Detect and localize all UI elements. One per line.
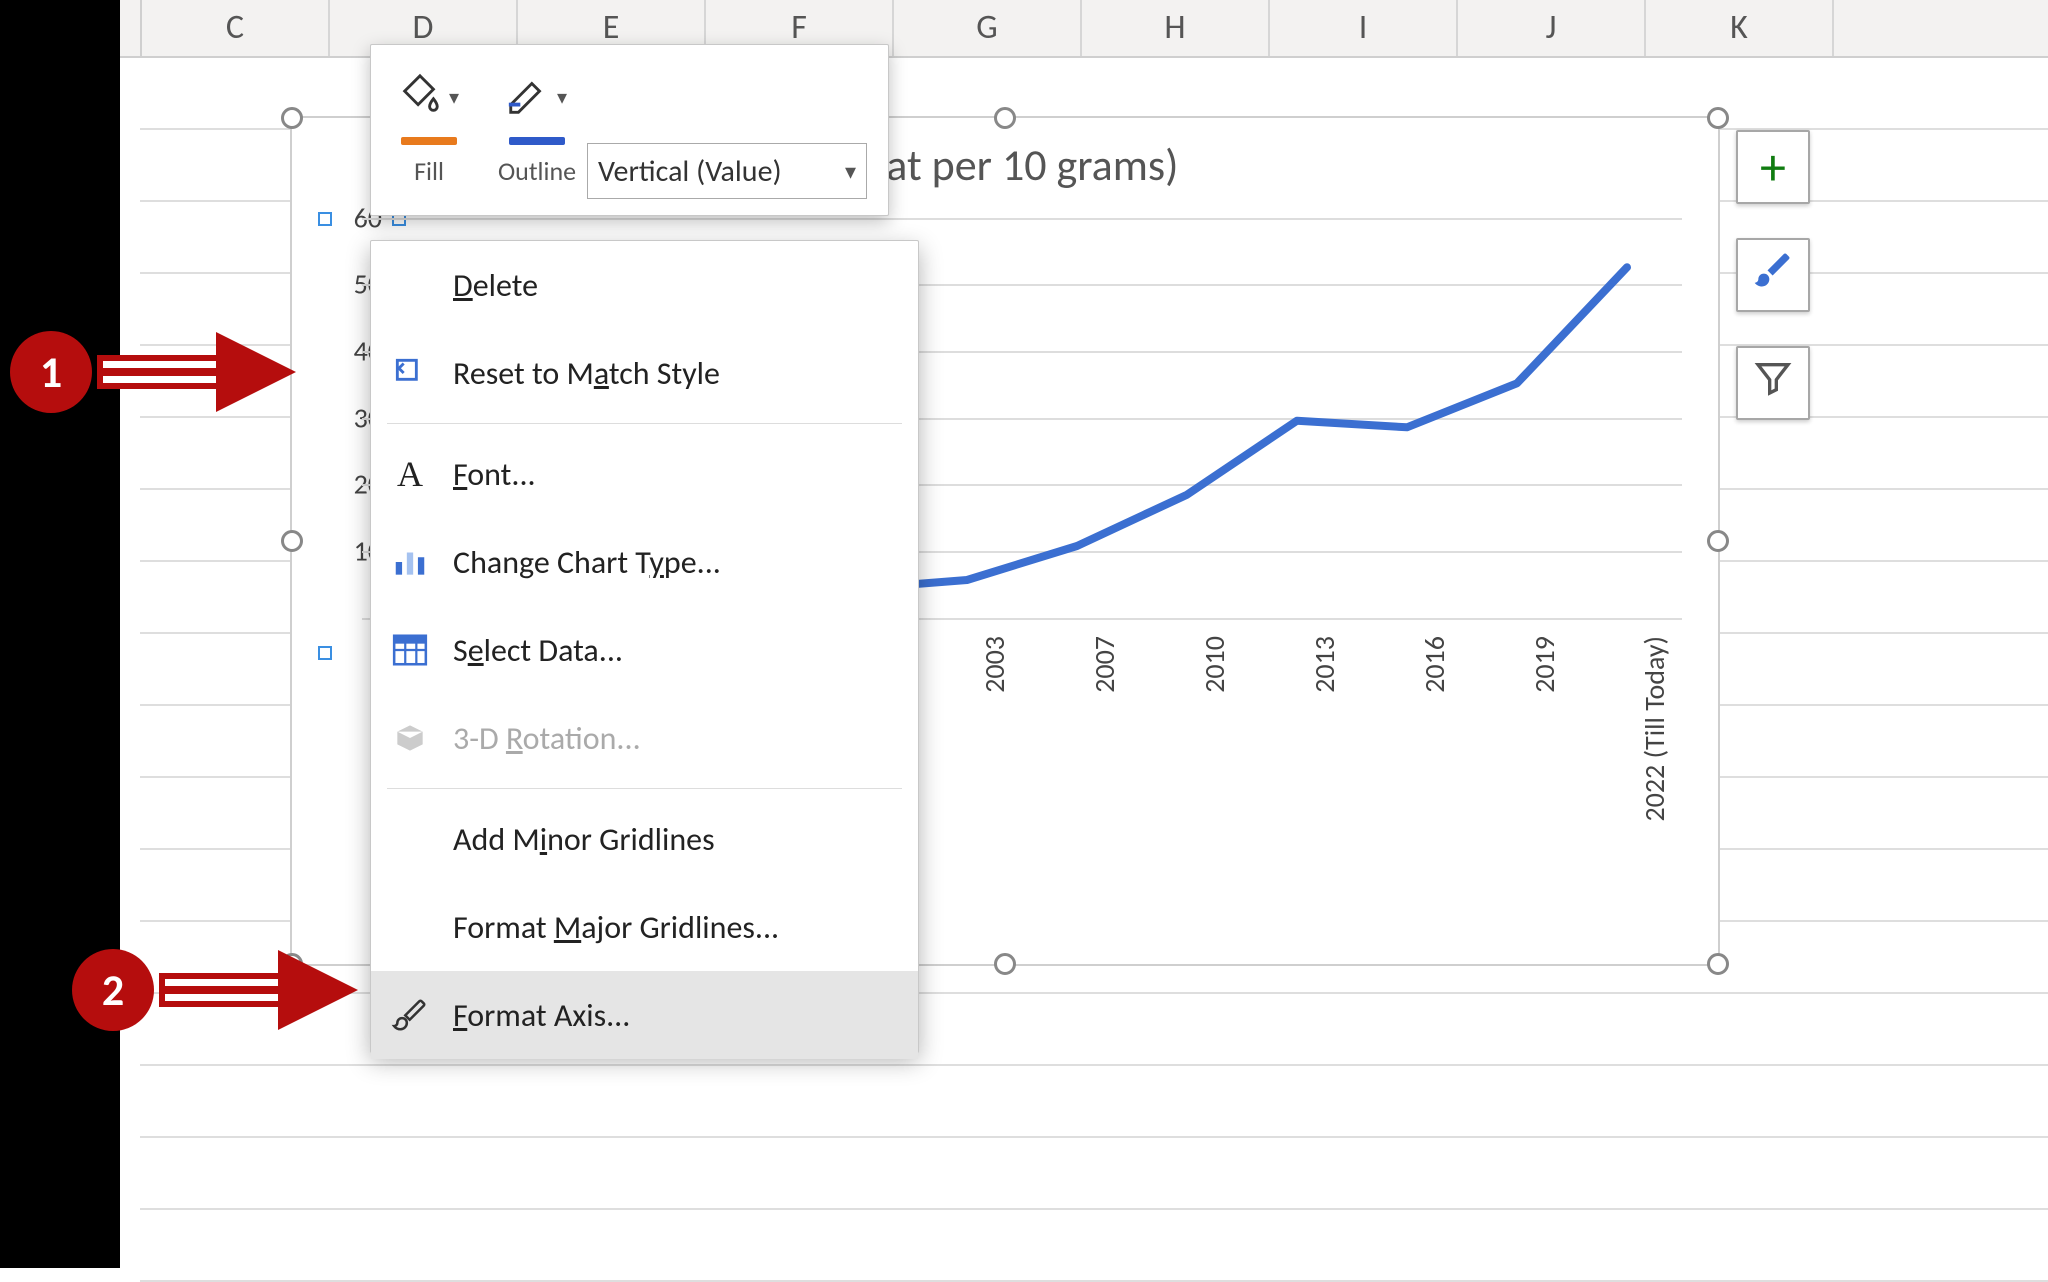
chart-filter-button[interactable] — [1736, 346, 1810, 420]
col-header[interactable]: G — [894, 0, 1082, 56]
fill-color-icon[interactable] — [397, 72, 443, 123]
col-header[interactable]: H — [1082, 0, 1270, 56]
blank-icon — [389, 818, 431, 860]
axis-tick-label: 2019 — [1527, 636, 1562, 693]
left-black-margin — [0, 0, 120, 1268]
context-menu-reset-match-style[interactable]: Reset to Match Style — [371, 329, 918, 417]
context-menu-format-axis[interactable]: Format Axis... — [371, 971, 918, 1059]
chevron-down-icon: ▾ — [845, 158, 856, 185]
filter-icon — [1753, 358, 1793, 409]
axis-selection-handle[interactable] — [318, 646, 332, 660]
col-header[interactable]: K — [1646, 0, 1834, 56]
chart-element-selected: Vertical (Value) — [598, 153, 782, 190]
chart-type-icon — [389, 541, 431, 583]
select-data-icon — [389, 629, 431, 671]
outline-color-icon[interactable] — [505, 72, 551, 123]
annotation-callout-1: 1 — [10, 330, 312, 414]
plus-icon: + — [1760, 135, 1786, 199]
context-menu-select-data[interactable]: Select Data... — [371, 606, 918, 694]
chevron-down-icon[interactable]: ▾ — [555, 81, 569, 114]
context-menu-format-major-gridlines[interactable]: Format Major Gridlines... — [371, 883, 918, 971]
chevron-down-icon[interactable]: ▾ — [447, 81, 461, 114]
axis-tick-label: 2010 — [1197, 636, 1232, 693]
col-header[interactable]: I — [1270, 0, 1458, 56]
outline-label: Outline — [483, 155, 591, 187]
fill-color-swatch — [401, 137, 457, 145]
context-menu-3d-rotation: 3-D Rotation... — [371, 694, 918, 782]
axis-selection-handle[interactable] — [318, 212, 332, 226]
context-menu-add-minor-gridlines[interactable]: Add Minor Gridlines — [371, 795, 918, 883]
context-menu-delete[interactable]: Delete — [371, 241, 918, 329]
resize-handle[interactable] — [994, 953, 1016, 975]
rotate-3d-icon — [389, 717, 431, 759]
blank-icon — [389, 264, 431, 306]
resize-handle[interactable] — [994, 107, 1016, 129]
format-axis-icon — [389, 994, 431, 1036]
context-menu-font[interactable]: A Font... — [371, 430, 918, 518]
reset-icon — [389, 352, 431, 394]
mini-toolbar: ▾ Fill ▾ Outline Vertical (Value) ▾ — [370, 44, 889, 216]
outline-color-swatch — [509, 137, 565, 145]
font-icon: A — [389, 453, 431, 495]
annotation-number: 1 — [10, 331, 92, 413]
resize-handle[interactable] — [281, 107, 303, 129]
resize-handle[interactable] — [1707, 107, 1729, 129]
resize-handle[interactable] — [1707, 953, 1729, 975]
axis-tick-label: 2013 — [1307, 636, 1342, 693]
chart-element-selector[interactable]: Vertical (Value) ▾ — [587, 143, 867, 199]
annotation-number: 2 — [72, 949, 154, 1031]
resize-handle[interactable] — [281, 530, 303, 552]
chart-add-element-button[interactable]: + — [1736, 130, 1810, 204]
fill-label: Fill — [385, 155, 473, 187]
blank-icon — [389, 906, 431, 948]
axis-tick-label: 2016 — [1417, 636, 1452, 693]
chart-styles-button[interactable] — [1736, 238, 1810, 312]
axis-tick-label: 2007 — [1087, 636, 1122, 693]
resize-handle[interactable] — [1707, 530, 1729, 552]
col-header[interactable]: J — [1458, 0, 1646, 56]
axis-tick-label: 2003 — [977, 636, 1012, 693]
context-menu: Delete Reset to Match Style A Font... Ch… — [370, 240, 919, 1053]
col-header[interactable]: C — [142, 0, 330, 56]
context-menu-change-chart-type[interactable]: Change Chart Type... — [371, 518, 918, 606]
axis-tick-label: 2022 (Till Today) — [1637, 636, 1672, 822]
annotation-callout-2: 2 — [72, 948, 374, 1032]
brush-icon — [1751, 248, 1795, 303]
